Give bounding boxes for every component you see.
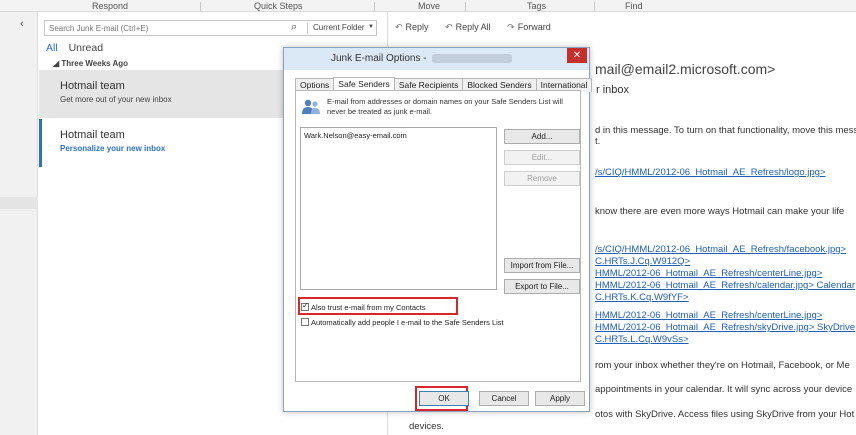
search-icon[interactable]: ⌕	[291, 21, 297, 34]
body-line: rom your inbox whether they're on Hotmai…	[595, 360, 850, 371]
group-header[interactable]: ◢ Three Weeks Ago	[53, 59, 128, 68]
remove-button[interactable]: Remove	[504, 171, 580, 186]
body-line: appointments in your calendar. It will s…	[595, 384, 853, 395]
body-line: know there are even more ways Hotmail ca…	[595, 206, 845, 217]
checkbox-unchecked[interactable]	[301, 318, 309, 326]
ribbon-group-respond: Respond	[92, 1, 129, 11]
forward-button[interactable]: ↷ Forward	[507, 22, 551, 32]
body-line: otos with SkyDrive. Access files using S…	[595, 409, 855, 420]
body-link[interactable]: C.HRTs.K.Cq.W9fYF>	[595, 292, 689, 303]
people-icon	[302, 99, 320, 114]
apply-button[interactable]: Apply	[535, 391, 585, 406]
filter-bar: All Unread	[46, 42, 103, 54]
body-line: d in this message. To turn on that funct…	[595, 125, 856, 136]
body-link[interactable]: HMML/2012-06_Hotmail_AE_Refresh/centerLi…	[595, 310, 822, 321]
search-input[interactable]: Search Junk E-mail (Ctrl+E)	[49, 24, 148, 33]
message-sender-address: mail@email2.microsoft.com>	[595, 61, 776, 77]
body-line: t.	[595, 136, 601, 147]
export-to-file-button[interactable]: Export to File...	[504, 279, 580, 294]
message-subject: r inbox	[596, 84, 630, 96]
dialog-title: Junk E-mail Options -	[331, 53, 513, 64]
chevron-down-icon: ▼	[368, 24, 374, 30]
ribbon-group-find: Find	[625, 1, 643, 11]
close-button[interactable]: ✕	[567, 48, 587, 63]
safe-senders-panel: E-mail from addresses or domain names on…	[295, 90, 581, 382]
auto-add-checkbox[interactable]: Automatically add people I e-mail to the…	[301, 318, 504, 327]
edit-button[interactable]: Edit...	[504, 150, 580, 165]
safe-senders-info: E-mail from addresses or domain names on…	[327, 97, 563, 116]
filter-all[interactable]: All	[46, 42, 58, 54]
list-item[interactable]: Wark.Nelson@easy-email.com	[304, 131, 407, 140]
body-link[interactable]: /s/CIQ/HMML/2012-06_Hotmail_AE_Refresh/l…	[595, 167, 826, 178]
ribbon-group-quick-steps: Quick Steps	[254, 1, 303, 11]
safe-senders-list[interactable]: Wark.Nelson@easy-email.com	[300, 127, 497, 290]
message-sender: Hotmail team	[60, 80, 125, 92]
forward-icon: ↷	[507, 22, 515, 32]
body-link[interactable]: HMML/2012-06_Hotmail_AE_Refresh/centerLi…	[595, 268, 822, 279]
reply-all-button[interactable]: ↶ Reply All	[445, 22, 491, 32]
body-link[interactable]: HMML/2012-06_Hotmail_AE_Refresh/skyDrive…	[595, 322, 855, 333]
search-box[interactable]: Search Junk E-mail (Ctrl+E) ⌕ Current Fo…	[44, 20, 377, 36]
cancel-button[interactable]: Cancel	[479, 391, 529, 406]
ribbon-group-labels: Respond Quick Steps Move Tags Find	[0, 0, 856, 12]
outlook-window: Respond Quick Steps Move Tags Find ‹ Sea…	[0, 0, 856, 435]
reply-icon: ↶	[395, 22, 403, 32]
message-sender: Hotmail team	[60, 129, 125, 141]
message-preview: Get more out of your new inbox	[60, 95, 172, 104]
dialog-tabs: Options Safe Senders Safe Recipients Blocke…	[295, 76, 593, 93]
message-preview: Personalize your new inbox	[60, 144, 166, 153]
ribbon-group-tags: Tags	[527, 1, 547, 11]
body-link[interactable]: /s/CIQ/HMML/2012-06_Hotmail_AE_Refresh/f…	[595, 244, 846, 255]
import-from-file-button[interactable]: Import from File...	[504, 258, 580, 273]
body-link[interactable]: HMML/2012-06_Hotmail_AE_Refresh/calendar…	[595, 280, 855, 291]
filter-unread[interactable]: Unread	[69, 42, 103, 54]
junk-email-options-dialog: Junk E-mail Options - ✕ Options Safe Send…	[283, 47, 593, 412]
reply-button[interactable]: ↶ Reply	[395, 22, 429, 32]
dialog-titlebar[interactable]: Junk E-mail Options - ✕	[284, 48, 589, 70]
reply-all-icon: ↶	[445, 22, 453, 32]
add-button[interactable]: Add...	[504, 129, 580, 144]
redacted-address	[432, 53, 513, 63]
message-actions: ↶ Reply ↶ Reply All ↷ Forward	[395, 22, 565, 33]
body-link[interactable]: C.HRTs.L.Cq.W9vSs>	[595, 334, 689, 345]
body-link[interactable]: C.HRTs.J.Cq.W912Q>	[595, 256, 690, 267]
folder-pane-collapsed: ‹	[0, 12, 38, 435]
body-line: devices.	[409, 421, 444, 432]
search-scope-dropdown[interactable]: Current Folder ▼	[307, 23, 377, 34]
ok-button[interactable]: OK	[419, 391, 469, 406]
collapse-chevron-icon[interactable]: ‹	[20, 18, 24, 30]
ribbon-group-move: Move	[418, 1, 441, 11]
highlight-box	[298, 297, 458, 315]
